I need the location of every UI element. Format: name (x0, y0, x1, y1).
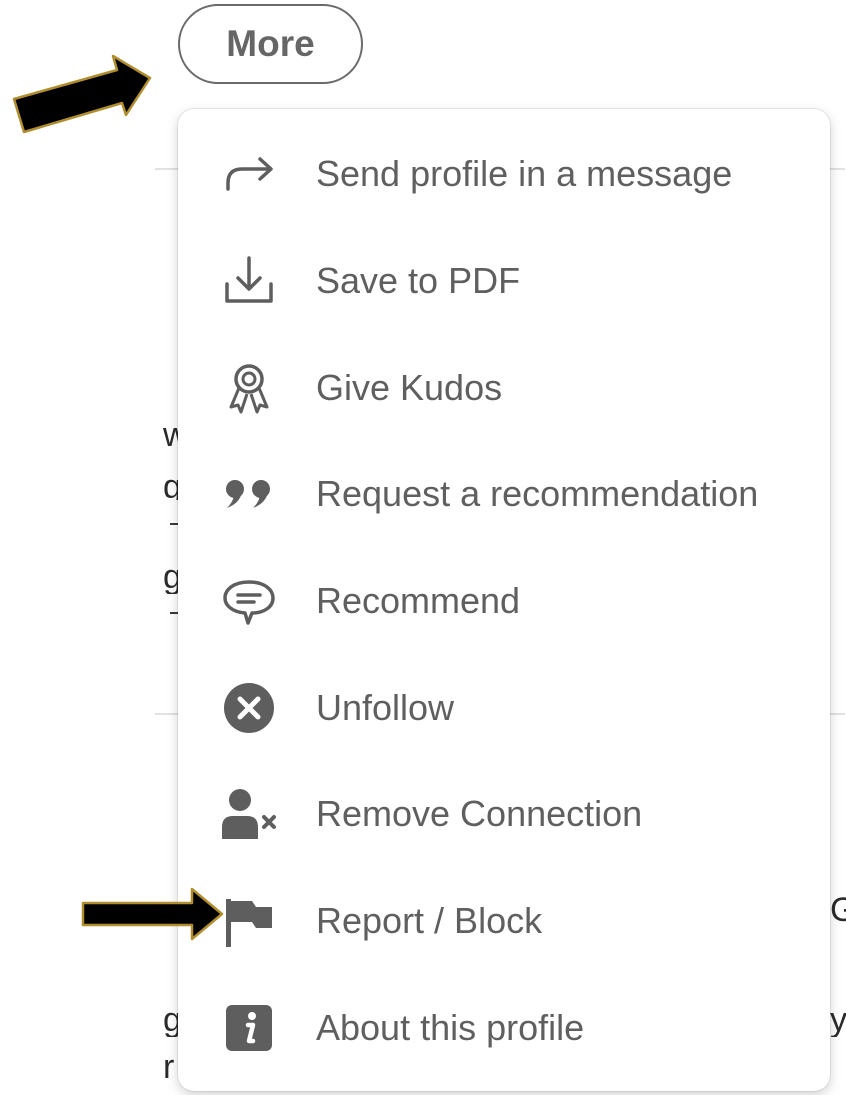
menu-item-label: About this profile (316, 1006, 585, 1048)
award-ribbon-icon (218, 357, 280, 419)
menu-item-send-profile[interactable]: Send profile in a message (178, 121, 830, 228)
menu-item-save-to-pdf[interactable]: Save to PDF (178, 228, 830, 335)
more-button[interactable]: More (178, 4, 363, 84)
more-actions-dropdown: Send profile in a message Save to PDF Gi… (178, 109, 830, 1091)
menu-item-give-kudos[interactable]: Give Kudos (178, 334, 830, 441)
menu-item-label: Unfollow (316, 686, 455, 728)
background-text-fragment: g (163, 470, 178, 500)
menu-item-label: Request a recommendation (316, 473, 759, 515)
quote-icon (218, 463, 280, 525)
remove-person-icon (218, 783, 280, 845)
menu-item-label: Send profile in a message (316, 153, 733, 195)
menu-item-request-recommendation[interactable]: Request a recommendation (178, 441, 830, 548)
speech-bubble-icon (218, 570, 280, 632)
menu-item-about-profile[interactable]: About this profile (178, 975, 830, 1082)
menu-item-recommend[interactable]: Recommend (178, 548, 830, 655)
menu-item-label: Remove Connection (316, 793, 643, 835)
share-arrow-icon (218, 143, 280, 205)
menu-item-label: Report / Block (316, 900, 543, 942)
info-icon (218, 997, 280, 1059)
background-text-fragment: w (163, 418, 178, 448)
background-text-fragment: g (163, 560, 178, 594)
background-text-fragment: y (830, 1003, 846, 1037)
close-circle-icon (218, 677, 280, 739)
annotation-arrow-icon (12, 54, 152, 134)
more-actions-menu: Send profile in a message Save to PDF Gi… (178, 109, 830, 1081)
annotation-arrow-icon (81, 887, 224, 941)
background-text-fragment: r (163, 1050, 175, 1084)
menu-item-label: Give Kudos (316, 366, 503, 408)
menu-item-remove-connection[interactable]: Remove Connection (178, 761, 830, 868)
menu-item-label: Save to PDF (316, 260, 521, 302)
background-text-fragment: g (163, 1003, 178, 1037)
menu-item-unfollow[interactable]: Unfollow (178, 654, 830, 761)
menu-item-report-block[interactable]: Report / Block (178, 868, 830, 975)
more-button-label: More (226, 23, 315, 64)
download-icon (218, 250, 280, 312)
background-text-fragment: G (830, 893, 846, 927)
menu-item-label: Recommend (316, 580, 521, 622)
